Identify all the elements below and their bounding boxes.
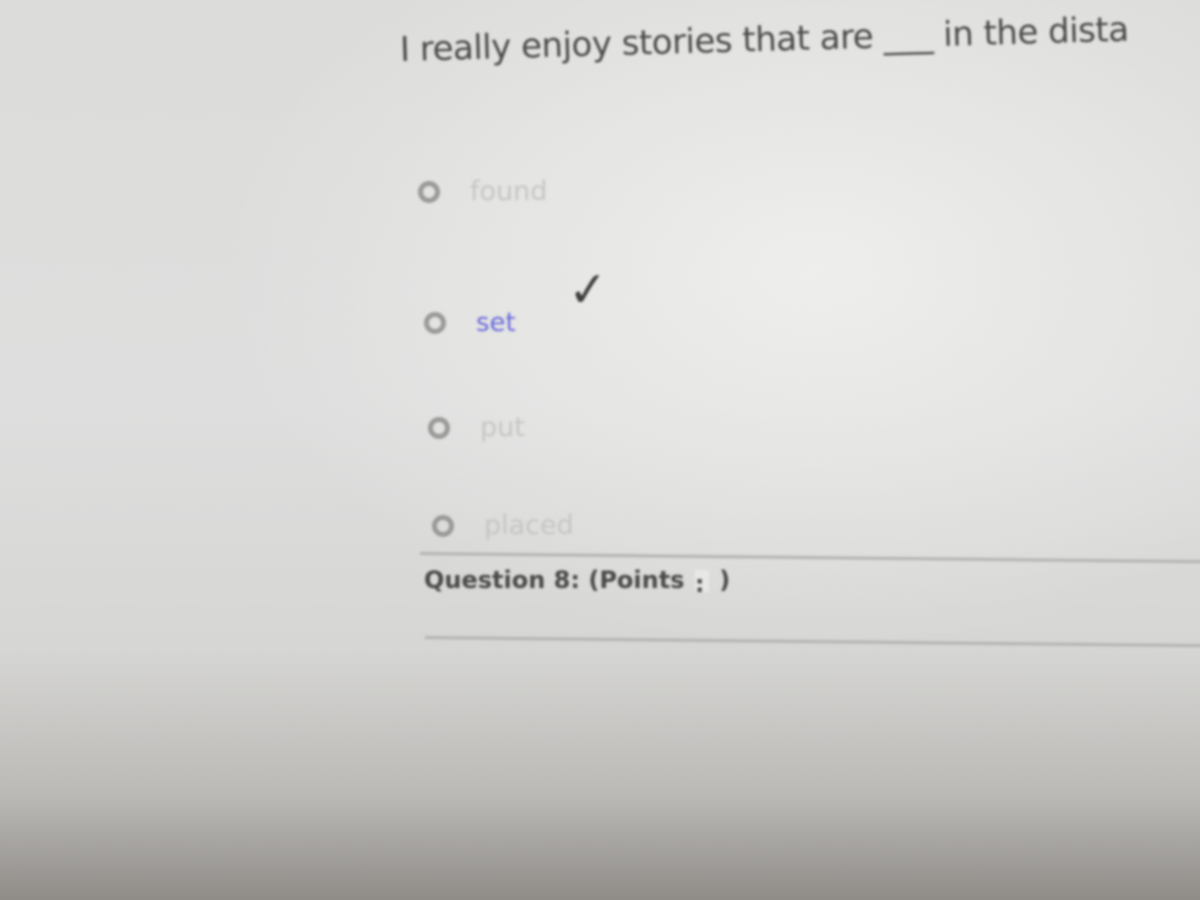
option-label: put <box>480 412 525 443</box>
option-placed[interactable]: placed <box>432 510 574 541</box>
radio-button-icon[interactable] <box>418 180 440 203</box>
radio-button-icon[interactable] <box>432 514 454 537</box>
option-found[interactable]: found <box>418 176 547 207</box>
points-value: : <box>694 570 709 598</box>
option-label: found <box>470 176 548 207</box>
option-set[interactable]: set <box>424 308 516 338</box>
question-text: I really enjoy stories that are ___ in t… <box>399 9 1130 70</box>
question-number: Question 8: <box>424 566 580 594</box>
radio-button-icon[interactable] <box>424 312 446 334</box>
next-question-header: Question 8: (Points : ) <box>424 566 731 598</box>
check-mark-icon: ✓ <box>566 260 611 320</box>
option-label: placed <box>484 510 574 541</box>
points-label: (Points <box>588 566 685 594</box>
option-put[interactable]: put <box>428 412 525 443</box>
divider <box>419 552 1200 564</box>
option-label-correct: set <box>476 308 516 338</box>
divider <box>424 636 1200 648</box>
points-close: ) <box>719 566 731 594</box>
radio-button-icon[interactable] <box>428 416 450 439</box>
